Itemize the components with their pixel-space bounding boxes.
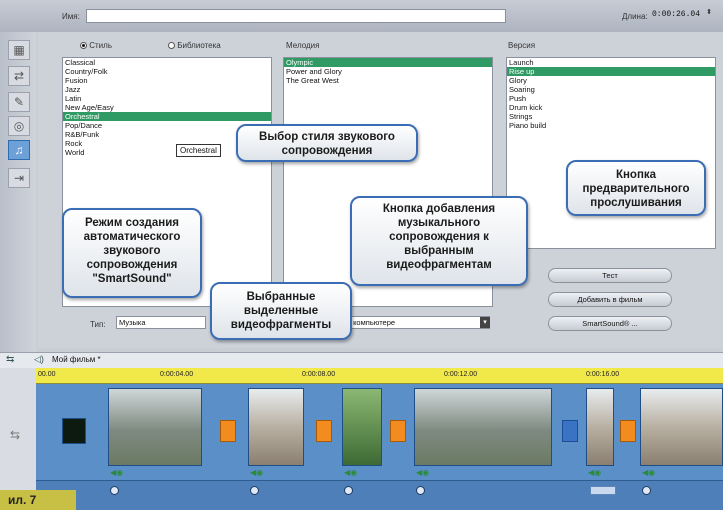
source-select[interactable]: в компьютере (344, 316, 490, 329)
list-item-selected[interactable]: Olympic (284, 58, 492, 67)
ruler-tick: 0:00:04.00 (160, 371, 194, 378)
style-tooltip: Orchestral (176, 144, 221, 157)
length-label: Длина: (622, 12, 648, 21)
ruler-tick: 00.00 (38, 371, 56, 378)
smartsound-button[interactable]: SmartSound® ... (548, 316, 672, 331)
video-clip[interactable] (248, 388, 304, 466)
list-item[interactable]: Classical (63, 58, 271, 67)
figure-label: ил. 7 (0, 490, 76, 510)
clip-audio-icon: ◀◉ (416, 468, 430, 477)
name-field[interactable] (86, 9, 506, 23)
test-button[interactable]: Тест (548, 268, 672, 283)
callout-add-button: Кнопка добавления музыкального сопровожд… (350, 196, 528, 286)
clip-thumbnail[interactable] (62, 418, 86, 444)
transition-icon[interactable]: ⇄ (8, 66, 30, 86)
timeline-header (0, 352, 723, 368)
export-icon[interactable]: ⇥ (8, 168, 30, 188)
length-spinner-icon[interactable]: ⬍ (704, 9, 714, 23)
transition-marker[interactable] (220, 420, 236, 442)
audio-clip-icon (344, 486, 353, 495)
video-clip[interactable] (640, 388, 723, 466)
list-item-selected[interactable]: Rise up (507, 67, 715, 76)
radio-library-label: Библиотека (177, 41, 221, 50)
length-value: 0:00:26.04 (652, 10, 701, 19)
ruler-tick: 0:00:12.00 (444, 371, 478, 378)
video-clip[interactable] (586, 388, 614, 466)
video-edit-icon[interactable]: ▦ (8, 40, 30, 60)
audio-track[interactable] (36, 480, 723, 510)
transition-marker[interactable] (390, 420, 406, 442)
list-item[interactable]: New Age/Easy (63, 103, 271, 112)
list-item[interactable]: Strings (507, 112, 715, 121)
transition-marker[interactable] (562, 420, 578, 442)
list-item[interactable]: Fusion (63, 76, 271, 85)
audio-clip-icon (110, 486, 119, 495)
radio-style[interactable]: Стиль (80, 41, 112, 50)
audio-icon[interactable]: ◁) (34, 354, 44, 365)
radio-library[interactable]: Библиотека (168, 41, 221, 50)
list-item[interactable]: Latin (63, 94, 271, 103)
callout-smartsound-mode: Режим создания автоматического звукового… (62, 208, 202, 298)
callout-preview-button: Кнопка предварительного прослушивания (566, 160, 706, 216)
add-to-film-button[interactable]: Добавить в фильм (548, 292, 672, 307)
version-header: Версия (508, 41, 536, 50)
list-item[interactable]: Launch (507, 58, 715, 67)
list-item-selected[interactable]: Orchestral (63, 112, 271, 121)
list-item[interactable]: Glory (507, 76, 715, 85)
music-icon[interactable]: ♫ (8, 140, 30, 160)
audio-waveform (590, 486, 616, 495)
ruler-tick: 0:00:08.00 (302, 371, 336, 378)
list-item[interactable]: Push (507, 94, 715, 103)
version-list[interactable]: Launch Rise up Glory Soaring Push Drum k… (506, 57, 716, 249)
radio-library-dot[interactable] (168, 42, 175, 50)
video-clip[interactable] (414, 388, 552, 466)
video-clip[interactable] (108, 388, 202, 466)
list-item[interactable]: Drum kick (507, 103, 715, 112)
video-clip[interactable] (342, 388, 382, 466)
radio-style-dot[interactable] (80, 42, 87, 50)
timeline-title: Мой фильм * (52, 355, 101, 364)
clip-audio-icon: ◀◉ (344, 468, 358, 477)
list-item[interactable]: Jazz (63, 85, 271, 94)
clip-audio-icon: ◀◉ (250, 468, 264, 477)
clip-audio-icon: ◀◉ (110, 468, 124, 477)
list-item[interactable]: Soaring (507, 85, 715, 94)
timeline-ruler[interactable] (36, 368, 723, 384)
list-item[interactable]: Piano build (507, 121, 715, 130)
radio-style-label: Стиль (89, 41, 112, 50)
type-field[interactable]: Музыка (116, 316, 206, 329)
type-label: Тип: (90, 320, 106, 329)
ruler-tick: 0:00:16.00 (586, 371, 620, 378)
audio-clip-icon (642, 486, 651, 495)
disc-icon[interactable]: ◎ (8, 116, 30, 136)
melody-header: Мелодия (286, 41, 320, 50)
list-item[interactable]: The Great West (284, 76, 492, 85)
list-item[interactable]: Country/Folk (63, 67, 271, 76)
transition-marker[interactable] (620, 420, 636, 442)
callout-selected-clips: Выбранные выделенные видеофрагменты (210, 282, 352, 340)
clip-audio-icon: ◀◉ (588, 468, 602, 477)
video-track-icon: ⇆ (10, 428, 21, 442)
name-label: Имя: (62, 12, 80, 21)
audio-clip-icon (416, 486, 425, 495)
transition-marker[interactable] (316, 420, 332, 442)
callout-style-choice: Выбор стиля звукового сопровождения (236, 124, 418, 162)
clip-audio-icon: ◀◉ (642, 468, 656, 477)
audio-clip-icon (250, 486, 259, 495)
storyboard-toggle-icon[interactable]: ⇆ (6, 354, 14, 365)
list-item[interactable]: Power and Glory (284, 67, 492, 76)
title-icon[interactable]: ✎ (8, 92, 30, 112)
chevron-down-icon[interactable]: ▾ (480, 317, 490, 328)
